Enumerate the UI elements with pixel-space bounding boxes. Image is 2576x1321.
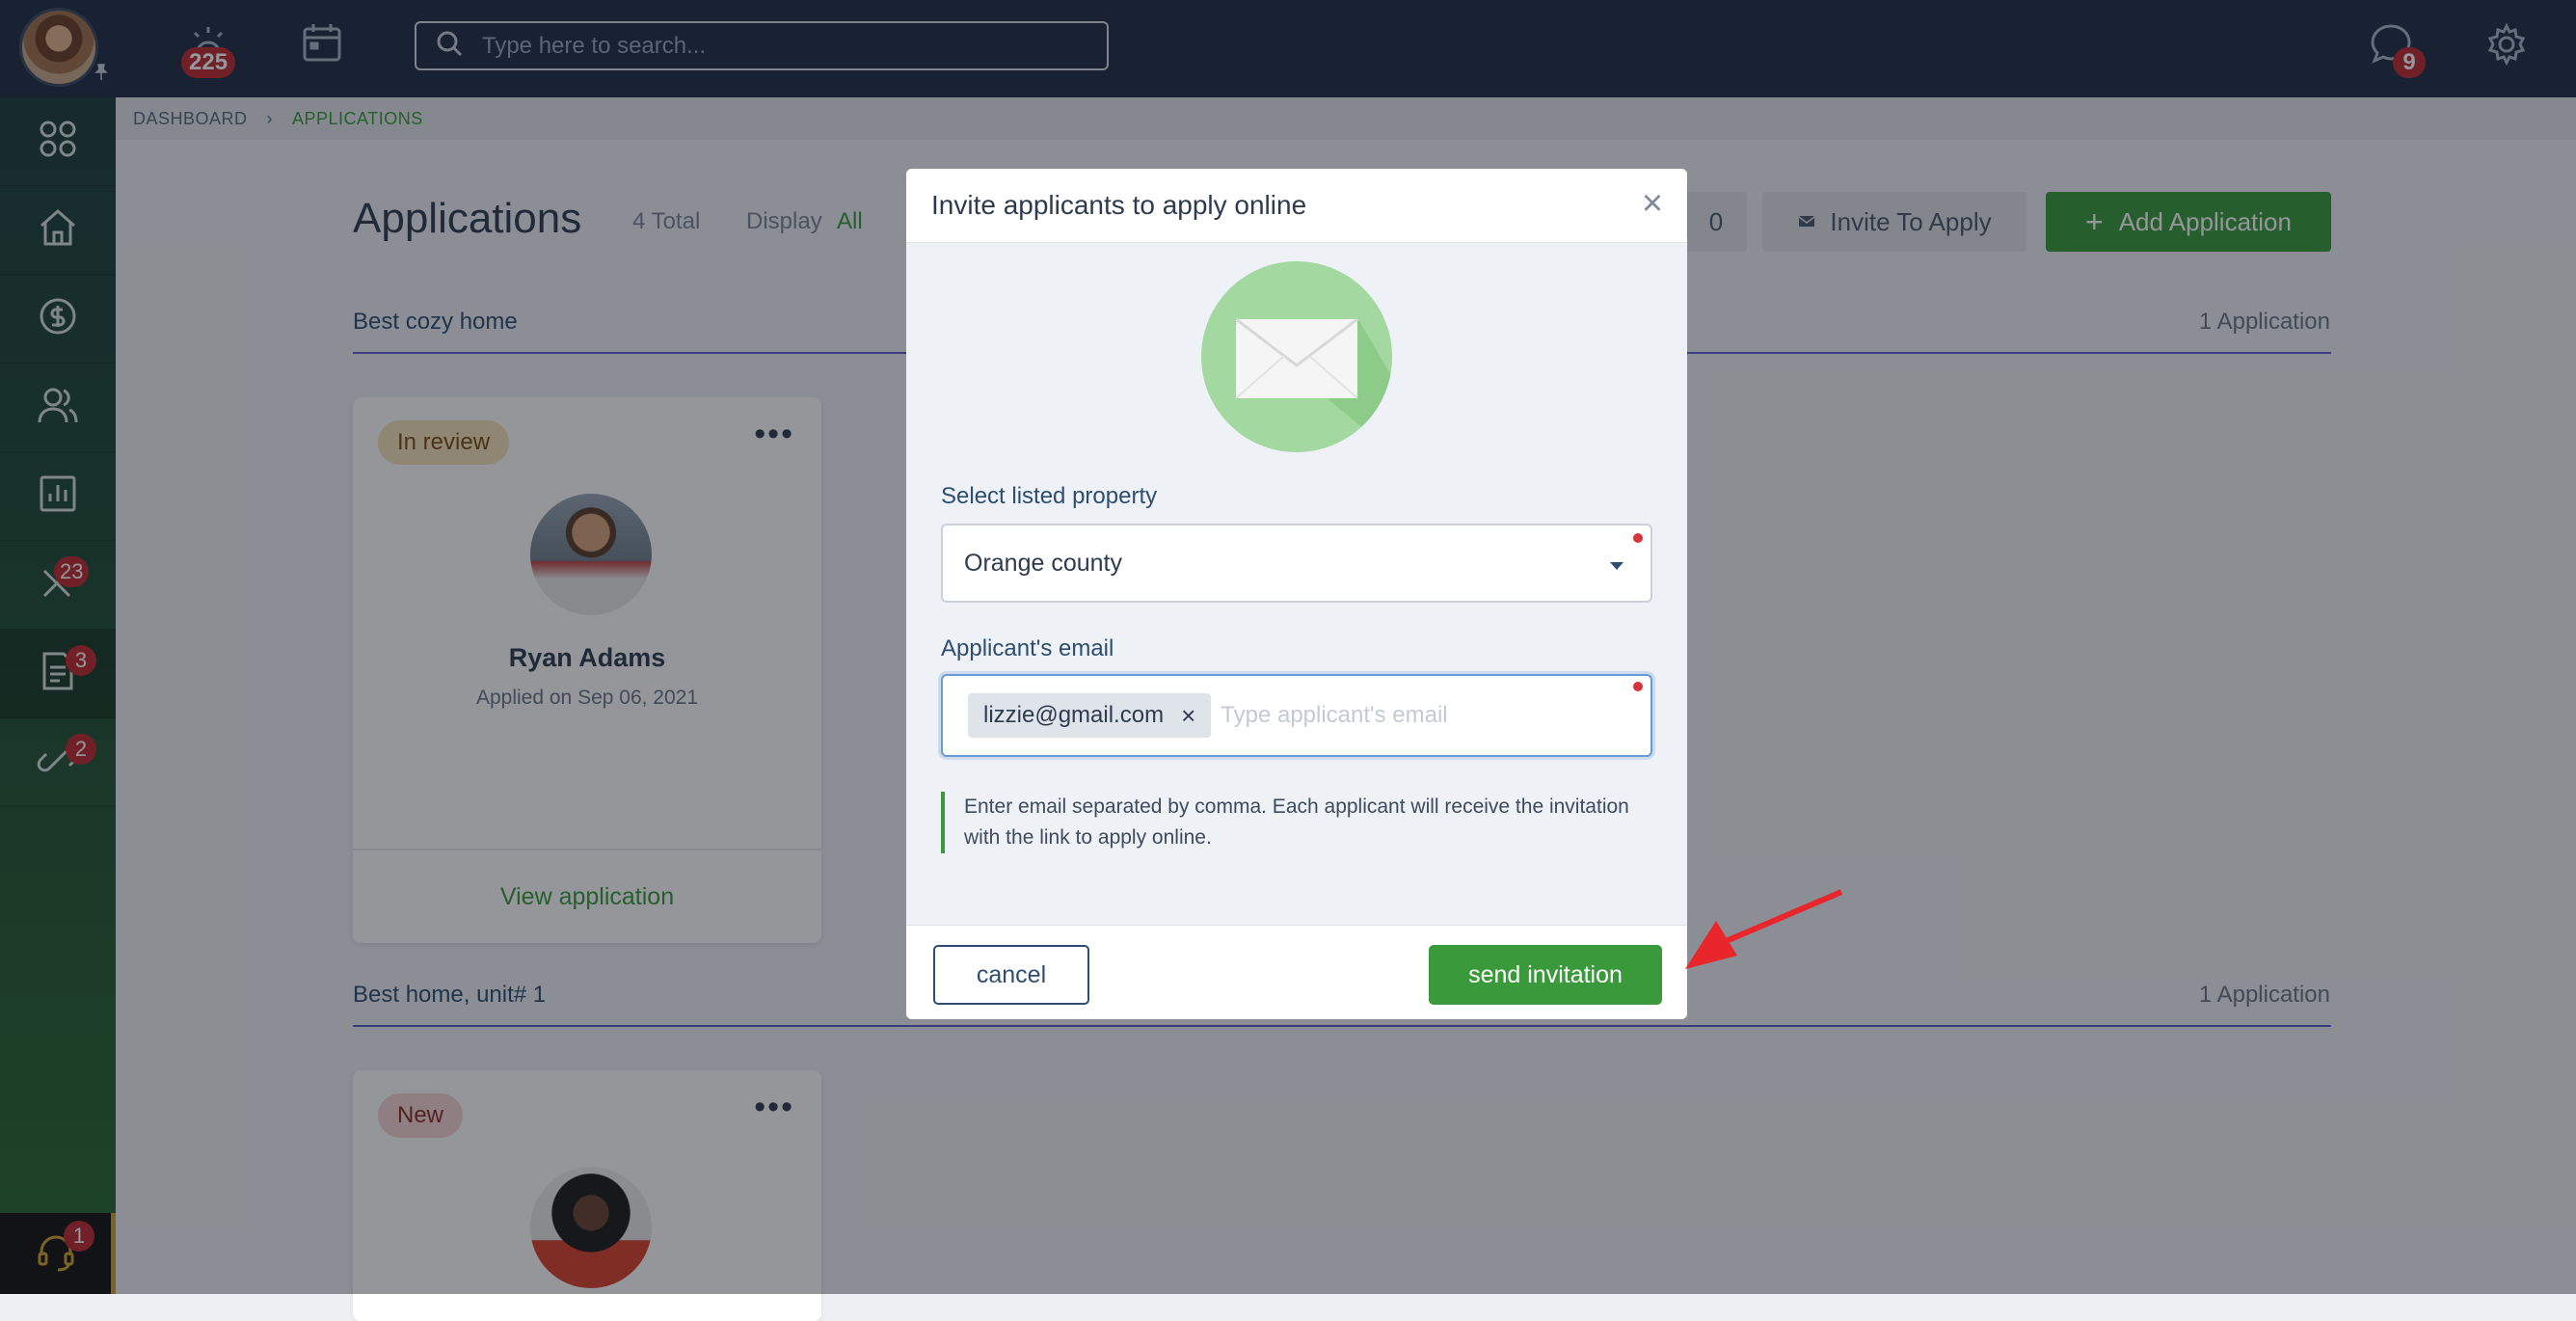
cancel-button[interactable]: cancel [933, 945, 1089, 1005]
close-icon[interactable]: × [1631, 182, 1674, 225]
envelope-illustration-icon [1201, 261, 1392, 452]
email-label: Applicant's email [941, 635, 1114, 661]
email-chip: lizzie@gmail.com × [968, 693, 1212, 738]
annotation-arrow-icon [1685, 889, 1843, 969]
chevron-down-icon [1610, 562, 1623, 570]
required-indicator [1633, 682, 1643, 691]
email-hint: Enter email separated by comma. Each app… [941, 792, 1652, 853]
email-input[interactable] [1219, 701, 1509, 730]
invite-modal: Invite applicants to apply online × Sele… [906, 169, 1687, 1019]
send-invitation-button[interactable]: send invitation [1429, 945, 1662, 1005]
modal-footer: cancel send invitation [906, 925, 1687, 1019]
email-chip-text: lizzie@gmail.com [983, 702, 1165, 728]
property-label: Select listed property [941, 483, 1158, 509]
modal-header: Invite applicants to apply online × [906, 169, 1687, 243]
property-select[interactable]: Orange county [941, 524, 1652, 603]
remove-chip-icon[interactable]: × [1181, 701, 1195, 731]
modal-title: Invite applicants to apply online [931, 190, 1307, 220]
property-value: Orange county [964, 549, 1122, 577]
required-indicator [1633, 533, 1643, 543]
email-field[interactable]: lizzie@gmail.com × [941, 674, 1652, 757]
